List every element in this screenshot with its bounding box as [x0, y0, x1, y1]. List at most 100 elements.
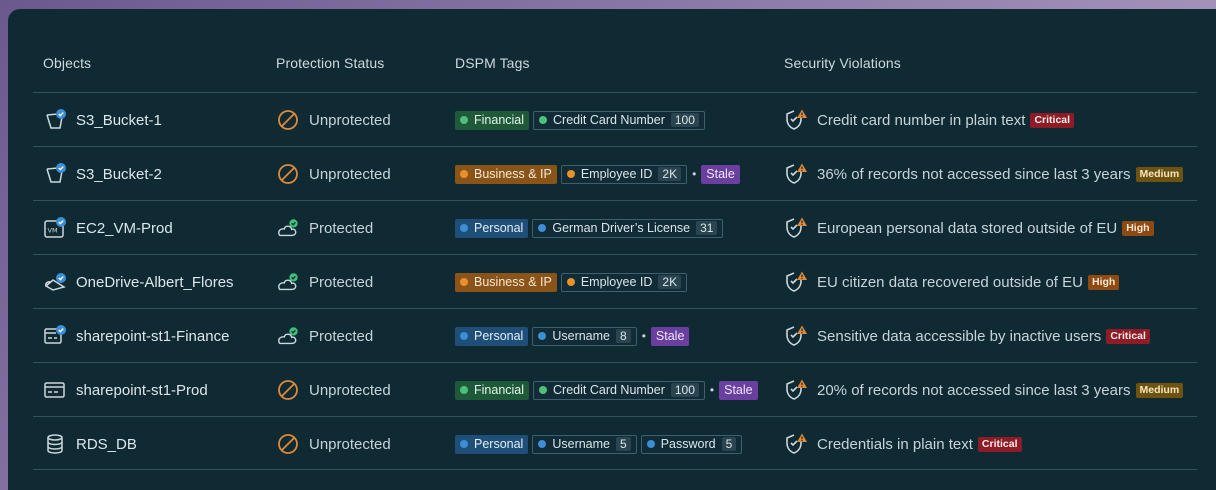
object-cell: S3_Bucket-2 [43, 147, 162, 201]
tag-separator: • [692, 167, 697, 181]
violation-text[interactable]: 20% of records not accessed since last 3… [817, 382, 1131, 399]
shield-warning-icon [784, 432, 808, 456]
tag-label: Password [660, 437, 716, 451]
object-name[interactable]: sharepoint-st1-Finance [76, 328, 229, 345]
table-header: Objects Protection Status DSPM Tags Secu… [8, 9, 1216, 93]
tag-label: Credit Card Number [553, 113, 665, 127]
tag-dot-icon [539, 116, 548, 124]
site-icon [43, 378, 67, 402]
violation-text[interactable]: 36% of records not accessed since last 3… [817, 166, 1131, 183]
protection-cell: Unprotected [276, 417, 391, 471]
object-name[interactable]: sharepoint-st1-Prod [76, 382, 208, 399]
category-tag[interactable]: Financial [455, 110, 530, 130]
data-class-tag[interactable]: Credit Card Number 100 [533, 110, 705, 130]
cloud-drive-icon [43, 270, 67, 294]
dspm-tags-cell: Financial Credit Card Number 100 • Stale [455, 363, 762, 417]
protection-cell: Protected [276, 309, 373, 363]
violation-cell: Credit card number in plain text Critical [784, 93, 1075, 147]
protection-cell: Unprotected [276, 363, 391, 417]
shield-warning-icon [784, 216, 808, 240]
shield-warning-icon [784, 108, 808, 132]
table-row[interactable]: RDS_DB Unprotected Personal Username 5 Passwo… [33, 416, 1197, 470]
tag-label: Business & IP [474, 275, 552, 289]
tag-dot-icon [460, 278, 468, 286]
table-row[interactable]: S3_Bucket-2 Unprotected Business & IP Emplo… [33, 146, 1197, 200]
protected-cloud-icon [276, 216, 300, 240]
column-header-protection[interactable]: Protection Status [276, 55, 384, 71]
column-header-tags[interactable]: DSPM Tags [455, 55, 530, 71]
column-header-violations[interactable]: Security Violations [784, 55, 901, 71]
violation-text[interactable]: EU citizen data recovered outside of EU [817, 274, 1083, 291]
unprotected-icon [276, 432, 300, 456]
violation-cell: 36% of records not accessed since last 3… [784, 147, 1184, 201]
tag-count: 2K [658, 167, 682, 181]
stale-tag[interactable]: Stale [650, 326, 690, 346]
object-cell: OneDrive-Albert_Flores [43, 255, 234, 309]
object-name[interactable]: EC2_VM-Prod [76, 220, 173, 237]
table-row[interactable]: VM EC2_VM-Prod Protected Personal German Dri… [33, 200, 1197, 254]
vm-icon: VM [43, 216, 67, 240]
tag-label: Employee ID [580, 167, 653, 181]
category-tag[interactable]: Financial [455, 380, 530, 400]
dspm-tags-cell: Business & IP Employee ID 2K • Stale [455, 147, 744, 201]
object-name[interactable]: S3_Bucket-1 [76, 112, 162, 129]
dspm-tags-cell: Personal Username 8 • Stale [455, 309, 693, 363]
object-name[interactable]: OneDrive-Albert_Flores [76, 274, 234, 291]
protection-status: Protected [309, 219, 374, 237]
violation-cell: Sensitive data accessible by inactive us… [784, 309, 1150, 363]
violation-text[interactable]: Credentials in plain text [817, 436, 973, 453]
table-row[interactable]: sharepoint-st1-Finance Protected Personal U… [33, 308, 1197, 362]
protection-status: Protected [309, 327, 374, 345]
severity-badge: Critical [1030, 112, 1075, 128]
category-tag[interactable]: Business & IP [455, 164, 557, 184]
tag-label: Employee ID [580, 275, 653, 289]
unprotected-icon [276, 108, 300, 132]
tag-label: Financial [474, 113, 525, 127]
tag-separator: • [709, 383, 715, 397]
shield-warning-icon [784, 162, 808, 186]
violation-text[interactable]: Credit card number in plain text [817, 112, 1025, 129]
stale-tag[interactable]: Stale [701, 164, 740, 184]
object-cell: VM EC2_VM-Prod [43, 201, 173, 255]
dspm-tags-cell: Personal Username 5 Password 5 [455, 417, 746, 471]
column-header-objects[interactable]: Objects [43, 55, 91, 71]
tag-separator: • [641, 329, 646, 343]
unprotected-icon [276, 162, 300, 186]
tag-label: Personal [474, 329, 524, 343]
bucket-icon [43, 162, 67, 186]
data-class-tag[interactable]: Employee ID 2K [560, 164, 688, 184]
dspm-tags-cell: Financial Credit Card Number 100 [455, 93, 709, 147]
tag-dot-icon [460, 440, 468, 448]
tag-dot-icon [538, 332, 547, 340]
data-class-tag[interactable]: Username 8 [532, 326, 637, 346]
data-class-tag[interactable]: Password 5 [640, 434, 743, 454]
data-class-tag[interactable]: German Driver’s License 31 [532, 218, 724, 238]
category-tag[interactable]: Business & IP [455, 272, 557, 292]
category-tag[interactable]: Personal [455, 326, 529, 346]
severity-badge: Medium [1135, 382, 1184, 398]
violation-text[interactable]: Sensitive data accessible by inactive us… [817, 328, 1101, 345]
dspm-tags-cell: Personal German Driver’s License 31 [455, 201, 727, 255]
severity-badge: High [1087, 274, 1120, 290]
data-class-tag[interactable]: Username 5 [532, 434, 637, 454]
stale-tag[interactable]: Stale [719, 380, 758, 400]
category-tag[interactable]: Personal [455, 434, 529, 454]
table-row[interactable]: OneDrive-Albert_Flores Protected Business … [33, 254, 1197, 308]
data-class-tag[interactable]: Employee ID 2K [560, 272, 688, 292]
table-row[interactable]: sharepoint-st1-Prod Unprotected Financial C… [33, 362, 1197, 416]
category-tag[interactable]: Personal [455, 218, 529, 238]
violation-text[interactable]: European personal data stored outside of… [817, 220, 1117, 237]
tag-dot-icon [460, 224, 468, 232]
data-class-tag[interactable]: Credit Card Number 100 [533, 380, 705, 400]
tag-count: 31 [696, 221, 718, 235]
protection-cell: Protected [276, 201, 373, 255]
severity-badge: High [1122, 220, 1154, 236]
protection-status: Unprotected [309, 381, 391, 399]
bucket-icon [43, 108, 67, 132]
object-cell: sharepoint-st1-Prod [43, 363, 208, 417]
table-row[interactable]: S3_Bucket-1 Unprotected Financial Credit Ca… [33, 92, 1197, 146]
protection-status: Unprotected [309, 435, 391, 453]
object-name[interactable]: S3_Bucket-2 [76, 166, 162, 183]
object-name[interactable]: RDS_DB [76, 436, 137, 453]
svg-text:VM: VM [48, 227, 58, 235]
